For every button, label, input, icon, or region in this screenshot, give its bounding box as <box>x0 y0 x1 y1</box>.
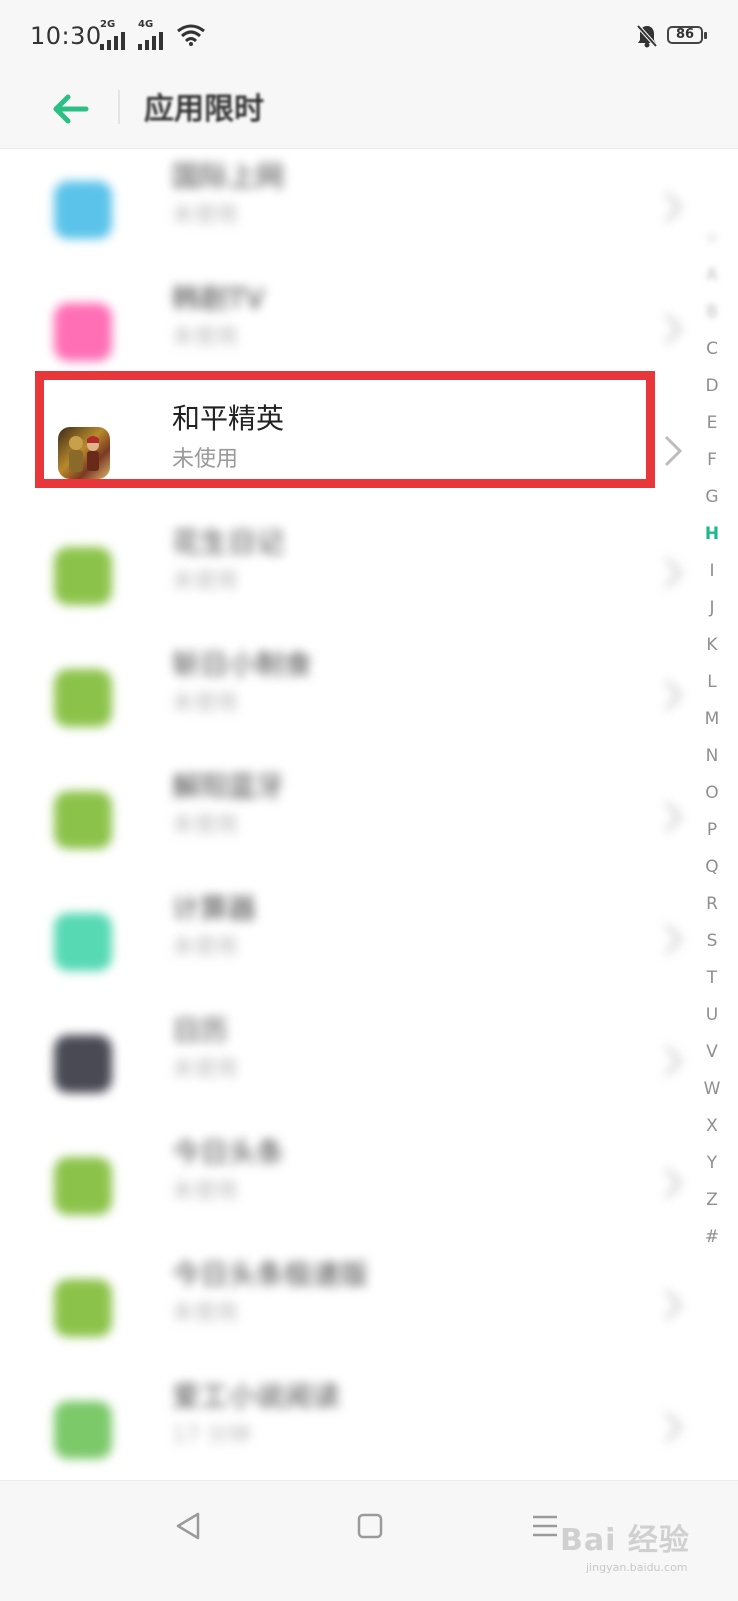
android-icon <box>54 1279 112 1337</box>
app-usage: 未使用 <box>172 1301 239 1326</box>
app-icon <box>54 181 112 239</box>
app-usage: 未使用 <box>172 1057 239 1082</box>
page-title: 应用限时 <box>144 92 264 127</box>
app-row[interactable]: 今日头条 未使用 <box>0 1125 690 1247</box>
calendar-icon <box>54 1035 112 1093</box>
index-letter[interactable]: O <box>686 783 738 803</box>
header: 应用限时 <box>0 74 738 149</box>
app-name: 花生日记 <box>172 526 285 559</box>
app-row[interactable]: 爱工小说阅读 17 分钟 <box>0 1369 690 1491</box>
index-letter[interactable]: B <box>686 302 738 322</box>
battery-icon: 86 <box>667 26 707 44</box>
app-row[interactable]: 计算器 未使用 <box>0 881 690 1003</box>
index-letter[interactable]: A <box>686 265 738 285</box>
nav-back-button[interactable] <box>174 1511 204 1545</box>
index-letter[interactable]: # <box>686 1227 738 1247</box>
status-time: 10:30 <box>30 22 102 50</box>
chevron-right-icon <box>664 679 683 711</box>
chevron-right-icon <box>664 1167 683 1199</box>
app-usage: 未使用 <box>172 935 239 960</box>
highlight-box <box>35 371 655 488</box>
index-letter[interactable]: C <box>686 339 738 359</box>
index-letter[interactable]: N <box>686 746 738 766</box>
wifi-icon <box>176 24 206 50</box>
index-letter[interactable]: H <box>686 524 738 544</box>
calculator-icon <box>54 913 112 971</box>
app-row[interactable]: 解阳蓝牙 未使用 <box>0 759 690 881</box>
app-row[interactable]: 国际上网 未使用 <box>0 149 690 271</box>
index-letter[interactable]: W <box>686 1079 738 1099</box>
index-letter[interactable]: J <box>686 598 738 618</box>
app-row[interactable]: 今日头条极速版 未使用 <box>0 1247 690 1369</box>
navigation-bar: Bai 经验 jingyan.baidu.com <box>0 1480 738 1601</box>
android-icon <box>54 547 112 605</box>
chevron-right-icon <box>664 1289 683 1321</box>
app-usage: 未使用 <box>172 203 239 228</box>
android-icon <box>54 791 112 849</box>
index-letter[interactable]: U <box>686 1005 738 1025</box>
app-name: 爱工小说阅读 <box>172 1380 341 1413</box>
app-usage: 未使用 <box>172 813 239 838</box>
android-icon <box>54 669 112 727</box>
app-usage: 未使用 <box>172 1179 239 1204</box>
index-letter[interactable]: Y <box>686 1153 738 1173</box>
index-letter[interactable]: R <box>686 894 738 914</box>
book-icon <box>54 1401 112 1459</box>
index-letter[interactable]: Z <box>686 1190 738 1210</box>
index-letter[interactable]: Q <box>686 857 738 877</box>
recent-menu-icon <box>533 1515 557 1537</box>
header-divider <box>118 90 120 124</box>
nav-recents-button[interactable] <box>530 1513 560 1543</box>
chevron-right-icon <box>664 313 683 345</box>
home-square-icon <box>357 1513 383 1539</box>
app-name: 国际上网 <box>172 160 285 193</box>
chevron-right-icon <box>664 191 683 223</box>
chevron-right-icon <box>664 557 683 589</box>
app-usage: 未使用 <box>172 569 239 594</box>
index-letter[interactable]: E <box>686 413 738 433</box>
index-letter[interactable]: K <box>686 635 738 655</box>
app-usage: 未使用 <box>172 325 239 350</box>
arrow-left-icon <box>53 94 89 124</box>
watermark-url: jingyan.baidu.com <box>586 1561 688 1574</box>
app-name: 斩日小制食 <box>172 648 313 681</box>
app-name: 计算器 <box>172 892 257 925</box>
chevron-right-icon <box>664 1045 683 1077</box>
chevron-right-icon <box>664 1411 683 1443</box>
back-button[interactable] <box>48 84 98 134</box>
index-letter[interactable]: L <box>686 672 738 692</box>
index-letter[interactable]: D <box>686 376 738 396</box>
index-letter[interactable]: T <box>686 968 738 988</box>
app-icon <box>54 303 112 361</box>
chevron-right-icon <box>664 923 683 955</box>
app-name: 日历 <box>172 1014 229 1047</box>
index-letter[interactable]: X <box>686 1116 738 1136</box>
app-row[interactable]: 斩日小制食 未使用 <box>0 637 690 759</box>
index-letter[interactable]: G <box>686 487 738 507</box>
chevron-right-icon <box>664 801 683 833</box>
app-name: 解阳蓝牙 <box>172 770 285 803</box>
silent-bell-icon <box>636 24 658 52</box>
back-triangle-icon <box>176 1512 200 1540</box>
index-letter[interactable]: V <box>686 1042 738 1062</box>
app-name: 今日头条极速版 <box>172 1258 369 1291</box>
index-letter[interactable]: F <box>686 450 738 470</box>
android-icon <box>54 1157 112 1215</box>
app-name: 韩剧TV <box>172 282 265 315</box>
nav-home-button[interactable] <box>356 1512 384 1544</box>
app-usage: 未使用 <box>172 691 239 716</box>
index-letter[interactable]: I <box>686 561 738 581</box>
index-letter[interactable]: ☆ <box>686 228 738 248</box>
index-letter[interactable]: P <box>686 820 738 840</box>
app-row[interactable]: 日历 未使用 <box>0 1003 690 1125</box>
app-row[interactable]: 花生日记 未使用 <box>0 515 690 637</box>
index-letter[interactable]: M <box>686 709 738 729</box>
app-name: 今日头条 <box>172 1136 285 1169</box>
status-bar: 10:30 2G 4G 86 <box>0 0 738 74</box>
app-usage: 17 分钟 <box>172 1423 251 1448</box>
chevron-right-icon <box>664 435 683 467</box>
index-letter[interactable]: S <box>686 931 738 951</box>
baidu-watermark: Bai 经验 <box>560 1523 690 1558</box>
